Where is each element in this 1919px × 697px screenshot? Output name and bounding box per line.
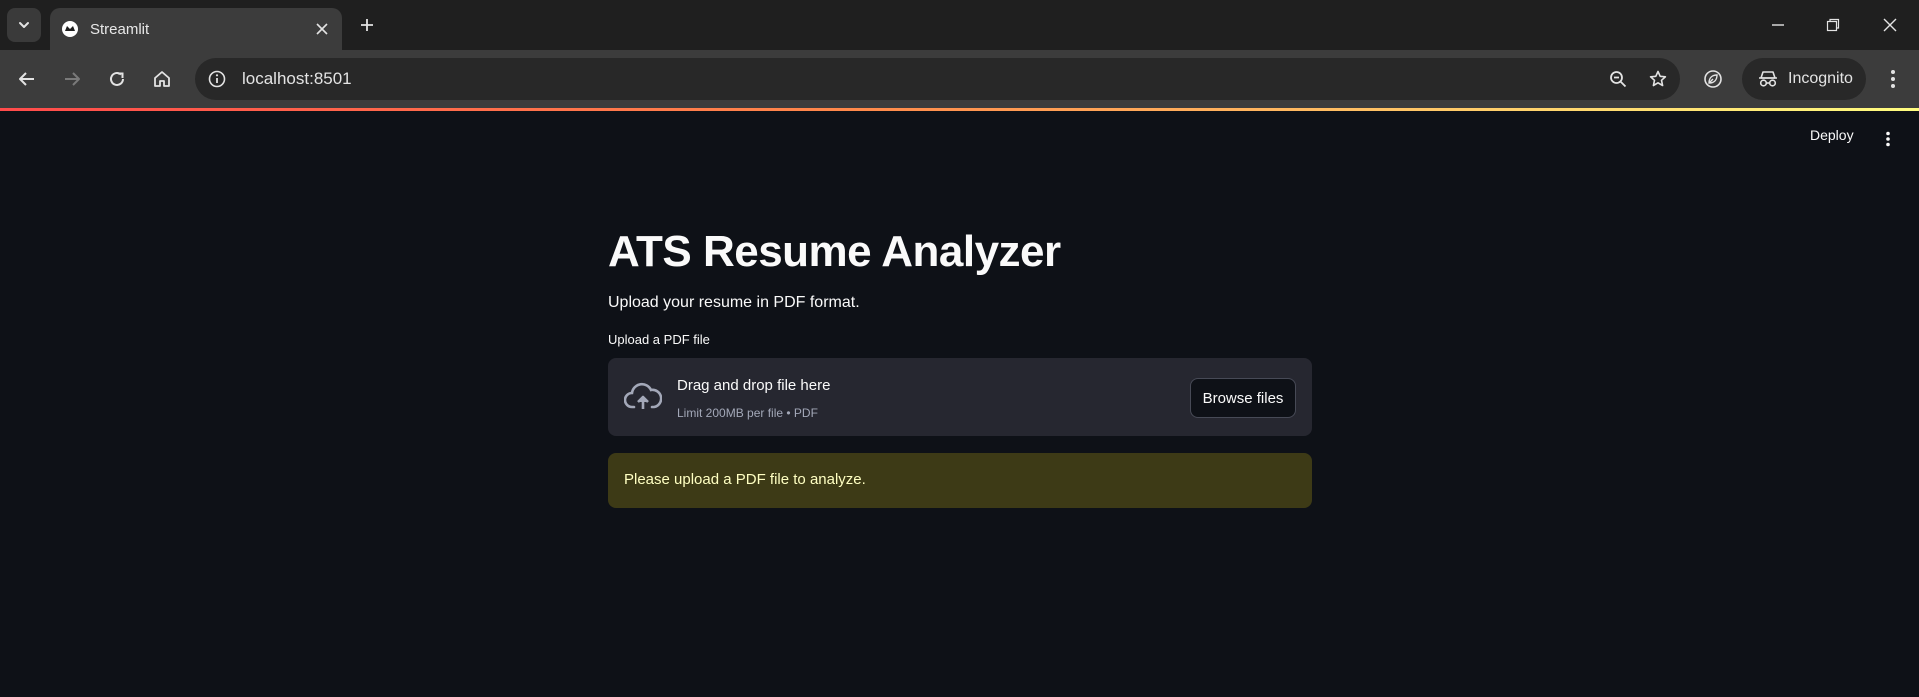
file-uploader-label: Upload a PDF file	[608, 332, 710, 347]
extension-button[interactable]	[1697, 63, 1729, 95]
arrow-left-icon	[19, 72, 34, 86]
forward-button[interactable]	[56, 63, 88, 95]
app-header: Deploy	[0, 111, 1919, 167]
dropzone-limit: Limit 200MB per file • PDF	[677, 406, 818, 420]
reload-icon	[110, 71, 124, 86]
reload-button[interactable]	[101, 63, 133, 95]
home-button[interactable]	[146, 63, 178, 95]
arrow-right-icon	[65, 72, 80, 86]
minimize-icon	[1772, 24, 1784, 26]
tab-close-button[interactable]	[312, 19, 332, 39]
close-window-button[interactable]	[1872, 10, 1908, 40]
restore-button[interactable]	[1815, 10, 1851, 40]
minimize-button[interactable]	[1760, 10, 1796, 40]
app-menu-button[interactable]	[1876, 127, 1900, 151]
streamlit-favicon-icon	[62, 21, 78, 37]
incognito-profile-button[interactable]: Incognito	[1742, 58, 1866, 100]
browse-files-button[interactable]: Browse files	[1190, 378, 1296, 418]
main-content: ATS Resume Analyzer Upload your resume i…	[608, 220, 1312, 508]
new-tab-button[interactable]	[355, 13, 379, 37]
warning-alert: Please upload a PDF file to analyze.	[608, 453, 1312, 508]
close-icon	[1883, 18, 1897, 32]
incognito-icon	[1759, 71, 1777, 87]
plus-icon	[361, 19, 373, 31]
address-bar[interactable]: localhost:8501	[195, 58, 1680, 100]
restore-icon	[1826, 18, 1840, 32]
dropzone-instructions: Drag and drop file here	[677, 377, 831, 394]
browser-menu-button[interactable]	[1877, 63, 1909, 95]
page-subtitle: Upload your resume in PDF format.	[608, 294, 860, 311]
zoom-button[interactable]	[1606, 67, 1630, 91]
kebab-menu-icon	[1891, 70, 1895, 88]
info-icon	[208, 70, 226, 88]
chevron-down-icon	[19, 22, 29, 28]
browser-tab-strip: Streamlit	[0, 0, 1919, 50]
star-icon	[1649, 70, 1667, 87]
tab-title: Streamlit	[90, 21, 150, 38]
browser-toolbar: localhost:8501 Incognito	[0, 50, 1919, 108]
close-icon	[316, 23, 328, 35]
home-icon	[154, 71, 170, 87]
incognito-label: Incognito	[1788, 70, 1853, 87]
zoom-out-icon	[1610, 71, 1627, 88]
bookmark-button[interactable]	[1646, 67, 1670, 91]
leaf-icon	[1704, 70, 1722, 88]
kebab-menu-icon	[1886, 131, 1890, 147]
cloud-upload-icon	[624, 382, 662, 409]
deploy-button[interactable]: Deploy	[1810, 127, 1854, 143]
file-dropzone[interactable]: Drag and drop file here Limit 200MB per …	[608, 358, 1312, 436]
site-info-button[interactable]	[205, 67, 229, 91]
browser-tab[interactable]: Streamlit	[50, 8, 342, 50]
page-title: ATS Resume Analyzer	[608, 227, 1061, 276]
address-url: localhost:8501	[242, 69, 352, 88]
back-button[interactable]	[11, 63, 43, 95]
tab-search-button[interactable]	[7, 8, 41, 42]
